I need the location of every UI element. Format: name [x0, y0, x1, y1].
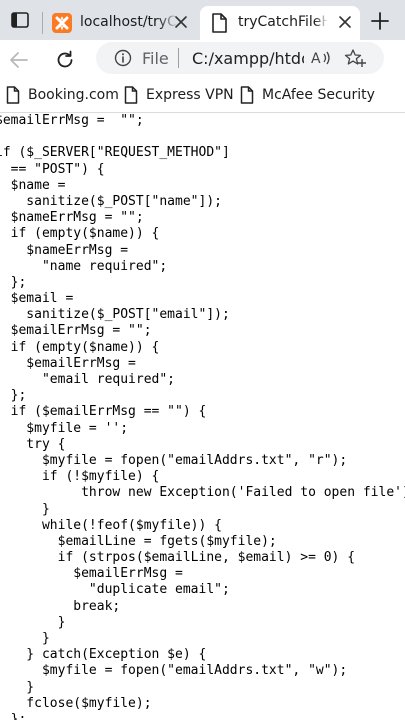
source-code: $emailErrMsg = ""; if ($_SERVER["REQUEST_…: [0, 113, 405, 720]
code-line: }: [0, 614, 66, 630]
plus-icon: [371, 12, 389, 30]
code-line: $myfile = fopen("emailAddrs.txt", "r");: [0, 452, 348, 468]
tab-title: localhost/tryCatchFileHandling.php: [80, 14, 178, 30]
svg-text:A: A: [311, 51, 321, 67]
favorite-label: Express VPN: [146, 87, 234, 103]
page-icon: [240, 86, 254, 104]
back-button[interactable]: [6, 47, 32, 73]
code-line: if (!$myfile) {: [0, 469, 160, 485]
code-line: };: [10, 274, 27, 290]
favorite-express-vpn[interactable]: Express VPN: [124, 84, 234, 106]
tab-localhost[interactable]: localhost/tryCatchFileHandling.php: [42, 6, 196, 40]
favorite-booking[interactable]: Booking.com: [6, 84, 119, 106]
code-line: try {: [0, 436, 66, 452]
code-line: $emailErrMsg =: [0, 566, 183, 582]
code-line: }: [0, 631, 50, 646]
read-aloud-icon[interactable]: A: [310, 48, 334, 68]
page-content: $emailErrMsg = ""; if ($_SERVER["REQUEST_…: [0, 113, 405, 720]
code-line: $emailErrMsg = "";: [0, 113, 144, 128]
favorite-label: McAfee Security: [262, 87, 375, 103]
favorite-label: Booking.com: [28, 87, 119, 103]
code-line: $email =: [0, 291, 74, 307]
url-text[interactable]: C:/xampp/htdocs/tryCatchFileHandling.php: [192, 49, 304, 68]
code-line: $name =: [0, 177, 66, 193]
code-line: };: [10, 711, 27, 720]
code-line: break;: [0, 598, 121, 614]
code-line: == "POST") {: [0, 161, 105, 177]
tab-title: tryCatchFileHandling.php: [238, 14, 328, 30]
code-line: }: [26, 679, 35, 695]
code-line: "email required";: [0, 372, 176, 387]
code-line: throw new Exception('Failed to open file…: [0, 485, 405, 501]
back-arrow-icon: [10, 52, 28, 68]
info-icon[interactable]: [114, 49, 132, 67]
code-line: while(!feof($myfile)) {: [0, 517, 222, 533]
code-line: $nameErrMsg = "";: [0, 210, 144, 226]
code-line: sanitize($_POST["name"]);: [0, 193, 222, 209]
address-bar[interactable]: File C:/xampp/htdocs/tryCatchFileHandlin…: [96, 42, 384, 74]
code-line: $emailErrMsg =: [0, 355, 136, 371]
favorite-mcafee[interactable]: McAfee Security: [240, 84, 375, 106]
new-tab-button[interactable]: [366, 9, 394, 33]
code-line: $nameErrMsg =: [0, 242, 129, 258]
code-line: $emailErrMsg = "";: [0, 323, 152, 339]
code-line: if ($emailErrMsg == "") {: [0, 404, 207, 420]
code-line: "name required";: [0, 258, 168, 274]
code-line: } catch(Exception $e) {: [0, 647, 207, 663]
page-icon: [124, 86, 138, 104]
document-icon: [212, 13, 227, 33]
refresh-button[interactable]: [52, 47, 78, 73]
close-icon[interactable]: [338, 15, 352, 29]
code-line: if (empty($name)) {: [0, 339, 160, 355]
toolbar: File C:/xampp/htdocs/tryCatchFileHandlin…: [0, 40, 405, 78]
add-favorite-icon[interactable]: [344, 48, 366, 68]
tab-actions-icon: [11, 12, 29, 28]
favorites-bar: Booking.com Express VPN McAfee Security: [0, 78, 405, 113]
code-line: if (empty($name)) {: [0, 226, 160, 242]
page-icon: [6, 86, 20, 104]
xampp-icon: [52, 13, 72, 33]
code-line: sanitize($_POST["email"]);: [0, 307, 230, 323]
code-line: };: [10, 388, 27, 404]
code-line: fclose($myfile);: [0, 695, 152, 711]
code-line: }: [0, 501, 50, 517]
scheme-label: File: [142, 49, 169, 68]
tab-trycatch[interactable]: tryCatchFileHandling.php: [200, 6, 360, 40]
tab-strip: localhost/tryCatchFileHandling.php tryCa…: [0, 0, 405, 40]
code-line: $myfile = fopen("emailAddrs.txt", "w");: [0, 663, 348, 679]
code-line: $emailLine = fgets($myfile);: [0, 533, 277, 549]
code-line: if ($_SERVER["REQUEST_METHOD"]: [0, 145, 230, 161]
tab-actions-button[interactable]: [0, 0, 40, 40]
code-line: "duplicate email";: [0, 582, 230, 598]
code-line: $myfile = '';: [0, 420, 129, 436]
code-line: if (strpos($emailLine, $email) >= 0) {: [0, 550, 356, 566]
close-icon[interactable]: [174, 15, 188, 29]
address-separator: [178, 48, 179, 68]
refresh-icon: [57, 50, 73, 68]
tab-separator: [42, 12, 43, 34]
